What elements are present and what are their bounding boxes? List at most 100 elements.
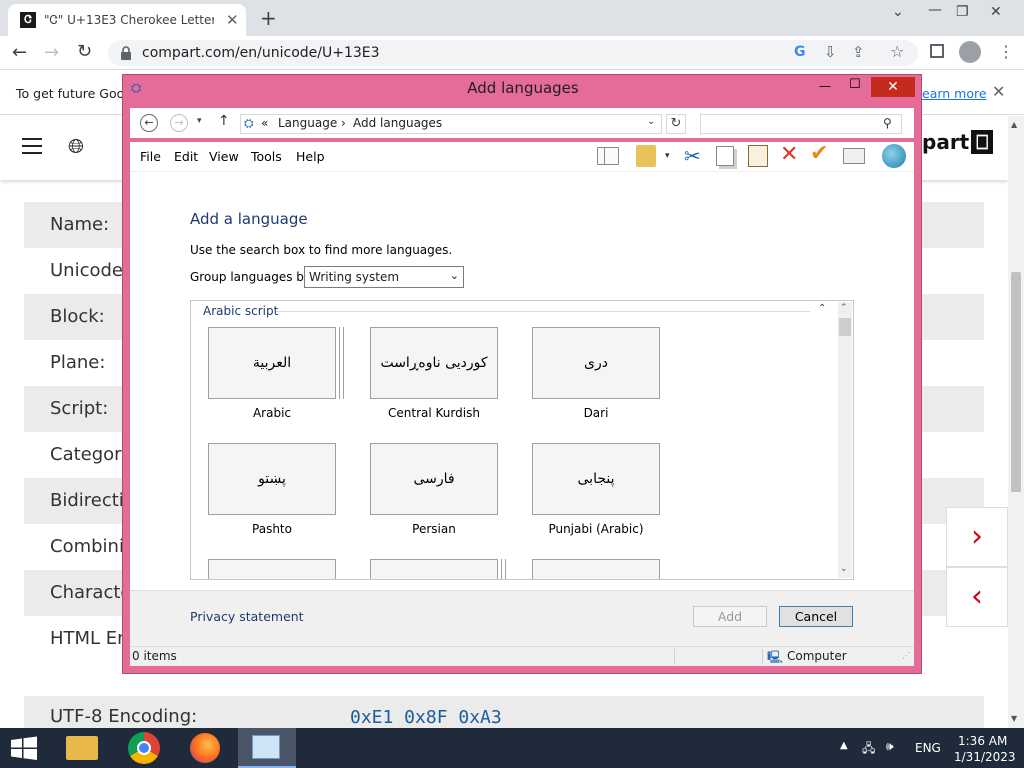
breadcrumb-language[interactable]: Language — [278, 116, 337, 130]
paste-icon[interactable] — [748, 145, 768, 167]
input-language[interactable]: ENG — [915, 741, 941, 755]
properties-dropdown-icon[interactable]: ▾ — [665, 151, 670, 161]
restore-button[interactable]: ❐ — [956, 4, 969, 20]
group-divider — [276, 311, 810, 312]
add-button[interactable]: Add — [693, 606, 767, 627]
volume-icon[interactable]: 🕪︎ — [886, 739, 894, 754]
install-icon[interactable]: ⇩ — [824, 43, 837, 61]
preview-pane-icon[interactable] — [597, 147, 619, 165]
more-menu-icon[interactable]: ⋮ — [998, 42, 1014, 61]
rename-icon[interactable] — [843, 148, 865, 164]
dialog-maximize-button[interactable]: ☐ — [849, 77, 861, 92]
network-icon[interactable]: 🖧︎ — [862, 739, 875, 760]
list-scrollbar-thumb[interactable] — [839, 318, 851, 336]
computer-icon: 🖳︎ — [767, 650, 784, 664]
menu-view[interactable]: View — [209, 149, 239, 164]
menu-file[interactable]: File — [140, 149, 161, 164]
menu-help[interactable]: Help — [296, 149, 325, 164]
up-arrow-icon[interactable]: ↑ — [218, 113, 230, 129]
delete-icon[interactable]: ✕ — [780, 142, 798, 167]
compart-logo[interactable]: part ⎕ — [922, 130, 994, 154]
recent-locations-icon[interactable]: ▾ — [197, 116, 202, 126]
google-icon[interactable]: G — [794, 44, 806, 60]
status-bar: 0 items 🖳︎ Computer ⋰ — [130, 646, 914, 666]
checkmark-icon[interactable]: ✔ — [810, 141, 828, 166]
globe-toolbar-icon[interactable] — [882, 144, 906, 168]
back-arrow-icon[interactable]: ← — [140, 114, 158, 132]
language-tile-dari[interactable]: دری — [532, 327, 660, 399]
learn-more-link[interactable]: earn more — [922, 86, 987, 101]
copy-icon[interactable] — [716, 146, 734, 166]
properties-icon[interactable] — [636, 145, 656, 167]
url-text: compart.com/en/unicode/U+13E3 — [142, 45, 380, 61]
resize-grip-icon[interactable]: ⋰ — [902, 651, 910, 660]
list-scroll-up-icon[interactable]: ⌃ — [840, 303, 848, 313]
breadcrumb-add-languages[interactable]: Add languages — [353, 116, 442, 130]
language-tile[interactable] — [208, 559, 336, 579]
chevron-down-icon: ⌄ — [449, 269, 459, 282]
breadcrumb[interactable]: ⛭ « Language › Add languages ⌄ — [240, 114, 662, 134]
group-by-value: Writing system — [309, 270, 400, 284]
scroll-up-arrow-icon[interactable]: ▲ — [1011, 120, 1017, 129]
language-tile[interactable] — [532, 559, 660, 579]
dialog-minimize-button[interactable]: — — [819, 79, 831, 93]
windows-logo-icon — [11, 736, 37, 760]
back-button[interactable]: ← — [12, 42, 27, 63]
language-tile-central-kurdish[interactable]: کوردیی ناوەڕاست — [370, 327, 498, 399]
address-bar[interactable]: compart.com/en/unicode/U+13E3 G ⇩ ⇪ ☆ — [108, 40, 918, 66]
list-scrollbar[interactable]: ⌃ ⌄ — [838, 302, 852, 578]
chrome-taskbar-button[interactable] — [120, 728, 168, 768]
browser-tab[interactable]: Ꮳ "Ꮳ" U+13E3 Cherokee Letter Tsa ✕ — [8, 4, 246, 36]
scroll-down-arrow-icon[interactable]: ▼ — [1011, 714, 1017, 723]
search-input[interactable]: ⚲ — [700, 114, 902, 134]
cut-icon[interactable]: ✂ — [684, 144, 701, 168]
language-tile-pashto[interactable]: پښتو — [208, 443, 336, 515]
menu-edit[interactable]: Edit — [174, 149, 198, 164]
dialog-close-button[interactable]: ✕ — [871, 77, 915, 97]
close-infobar-icon[interactable]: ✕ — [992, 82, 1005, 101]
search-icon: ⚲ — [883, 116, 892, 130]
close-window-button[interactable]: ✕ — [990, 4, 1002, 20]
reload-button[interactable]: ↻ — [77, 41, 92, 62]
clock-time[interactable]: 1:36 AM — [958, 734, 1007, 748]
item-count: 0 items — [132, 649, 177, 663]
bookmark-star-icon[interactable]: ☆ — [890, 42, 904, 61]
firefox-taskbar-button[interactable] — [180, 728, 228, 768]
privacy-statement-link[interactable]: Privacy statement — [190, 609, 304, 624]
new-tab-button[interactable]: + — [260, 6, 277, 30]
tab-search-icon[interactable]: ⌄ — [892, 4, 904, 20]
menu-tools[interactable]: Tools — [251, 149, 282, 164]
language-tile-arabic[interactable]: العربية — [208, 327, 336, 399]
zone-text: Computer — [787, 649, 847, 663]
refresh-icon[interactable]: ↻ — [666, 114, 686, 134]
address-dropdown-icon[interactable]: ⌄ — [647, 116, 655, 127]
hamburger-menu-icon[interactable] — [22, 138, 42, 154]
chrome-icon — [128, 732, 160, 764]
minimize-button[interactable]: — — [928, 2, 942, 18]
previous-character-button[interactable]: ‹ — [946, 567, 1008, 627]
side-panel-icon[interactable] — [930, 44, 944, 58]
search-hint: Use the search box to find more language… — [190, 243, 453, 257]
control-panel-taskbar-button[interactable] — [238, 728, 296, 768]
forward-button[interactable]: → — [44, 42, 59, 63]
language-tile-persian[interactable]: فارسی — [370, 443, 498, 515]
clock-date[interactable]: 1/31/2023 — [954, 750, 1016, 764]
collapse-group-icon[interactable]: ⌃ — [818, 303, 826, 314]
close-tab-icon[interactable]: ✕ — [226, 11, 239, 29]
language-name: Persian — [412, 522, 456, 536]
cancel-button[interactable]: Cancel — [779, 606, 853, 627]
page-scrollbar-thumb[interactable] — [1011, 272, 1021, 492]
share-icon[interactable]: ⇪ — [852, 43, 865, 61]
logo-mark: ⎕ — [971, 130, 994, 154]
profile-avatar[interactable] — [959, 41, 981, 63]
group-by-select[interactable]: Writing system ⌄ — [304, 266, 464, 288]
language-tile-punjabi-arabic[interactable]: پنجابی — [532, 443, 660, 515]
show-hidden-icons[interactable]: ▲ — [840, 740, 848, 751]
list-scroll-down-icon[interactable]: ⌄ — [840, 564, 848, 574]
next-character-button[interactable]: › — [946, 507, 1008, 567]
forward-arrow-icon[interactable]: → — [170, 114, 188, 132]
language-tile[interactable] — [370, 559, 498, 579]
file-explorer-taskbar-button[interactable] — [58, 728, 106, 768]
globe-icon[interactable]: 🌐︎ — [68, 134, 84, 158]
start-button[interactable] — [0, 728, 48, 768]
